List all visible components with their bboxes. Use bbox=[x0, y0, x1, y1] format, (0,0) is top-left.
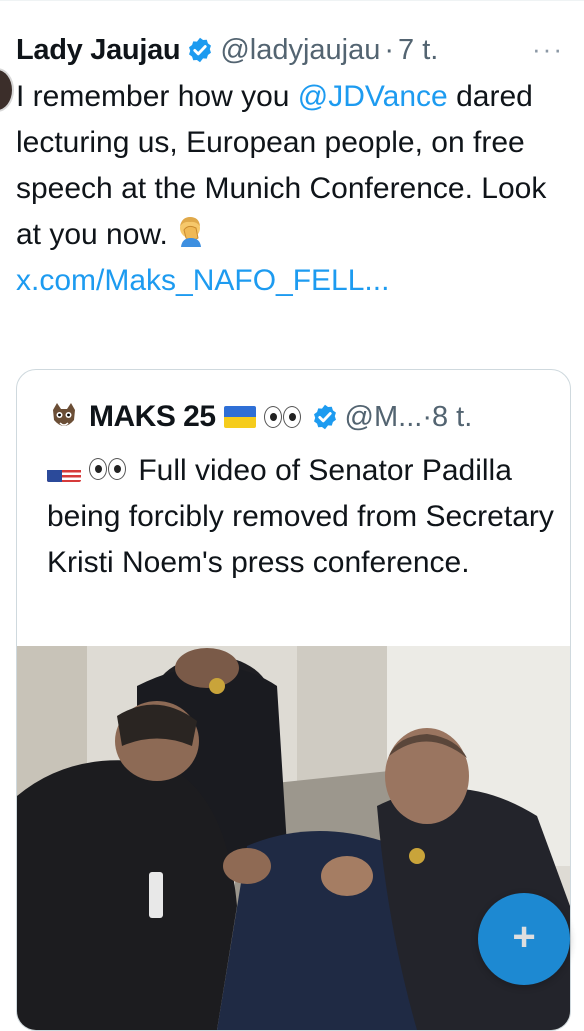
timestamp[interactable]: 7 t. bbox=[398, 34, 438, 67]
eyes-emoji-icon bbox=[263, 406, 301, 428]
author-name[interactable]: Lady Jaujau bbox=[16, 34, 181, 67]
quoted-author-handle[interactable]: @M... bbox=[345, 401, 423, 434]
video-thumbnail[interactable] bbox=[17, 646, 570, 1030]
quoted-tweet-text: Full video of Senator Padilla being forc… bbox=[47, 448, 557, 586]
facepalm-emoji-icon bbox=[180, 217, 202, 247]
tweet-text: I remember how you @JDVance dared lectur… bbox=[16, 74, 556, 304]
ukraine-flag-icon bbox=[223, 406, 256, 428]
quoted-timestamp[interactable]: 8 t. bbox=[432, 401, 472, 434]
tweet-url-link[interactable]: x.com/Maks_NAFO_FELL... bbox=[16, 264, 389, 297]
author-handle[interactable]: @ladyjaujau bbox=[220, 34, 380, 67]
quoted-tweet-header: MAKS 25 @M... · 8 t. bbox=[47, 392, 472, 442]
mention-link[interactable]: @JDVance bbox=[298, 80, 448, 113]
quoted-author-avatar[interactable] bbox=[47, 400, 81, 434]
verified-badge-icon bbox=[189, 37, 212, 63]
plus-icon: + bbox=[512, 915, 536, 959]
separator-dot: · bbox=[384, 33, 395, 66]
quoted-verified-badge-icon bbox=[313, 404, 336, 430]
tweet[interactable]: Lady Jaujau @ladyjaujau · 7 t. ··· I rem… bbox=[16, 26, 572, 304]
quoted-author-name[interactable]: MAKS 25 bbox=[89, 400, 216, 434]
top-divider bbox=[0, 0, 584, 1]
quoted-separator-dot: · bbox=[422, 400, 432, 433]
avatar[interactable] bbox=[0, 68, 14, 112]
video-frame-image bbox=[17, 646, 570, 1030]
compose-post-button[interactable]: + bbox=[478, 893, 570, 985]
us-flag-icon bbox=[47, 460, 81, 482]
tweet-header: Lady Jaujau @ladyjaujau · 7 t. bbox=[16, 26, 572, 74]
quoted-eyes-emoji-icon bbox=[89, 458, 126, 480]
more-options-button[interactable]: ··· bbox=[532, 34, 564, 65]
tweet-text-start: I remember how you bbox=[16, 80, 298, 113]
